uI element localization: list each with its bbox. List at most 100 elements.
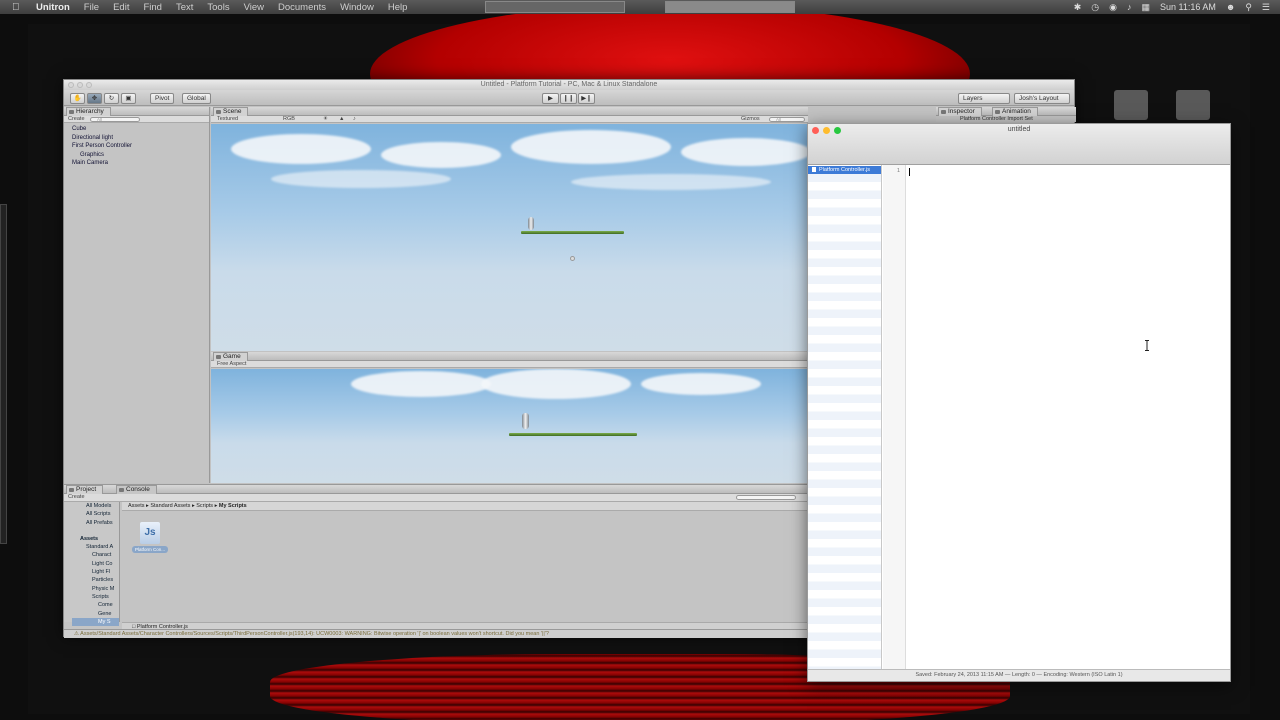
tree-item-scripts[interactable]: Scripts bbox=[72, 593, 119, 601]
console-warning-text: Assets/Standard Assets/Character Control… bbox=[80, 631, 549, 637]
layout-dropdown[interactable]: Josh's Layout bbox=[1014, 93, 1070, 104]
platform-cube bbox=[509, 433, 637, 436]
hierarchy-item-directional-light[interactable]: Directional light bbox=[64, 134, 209, 143]
tree-item-physic-materials[interactable]: Physic M bbox=[72, 585, 119, 593]
sidebar-item-platform-controller[interactable]: Platform Controller.js bbox=[808, 166, 881, 174]
menu-view[interactable]: View bbox=[244, 2, 264, 13]
tree-item-general[interactable]: Gene bbox=[72, 610, 119, 618]
favorite-all-scripts[interactable]: All Scripts bbox=[72, 510, 119, 518]
tab-game[interactable]: Game bbox=[213, 352, 248, 361]
pivot-toggle[interactable]: Pivot bbox=[150, 93, 175, 104]
menu-text[interactable]: Text bbox=[176, 2, 193, 13]
tree-item-standard-assets[interactable]: Standard A bbox=[72, 543, 119, 551]
menu-window[interactable]: Window bbox=[340, 2, 374, 13]
desktop-icon[interactable] bbox=[1176, 90, 1210, 120]
platform-cube[interactable] bbox=[521, 231, 624, 234]
rotate-tool-icon[interactable]: ↻ bbox=[104, 93, 119, 104]
scene-search-input[interactable]: All bbox=[769, 117, 805, 122]
menubar-window-thumbnail[interactable] bbox=[485, 1, 625, 13]
unity-titlebar[interactable]: Untitled - Platform Tutorial - PC, Mac &… bbox=[64, 80, 1074, 90]
tab-scene[interactable]: Scene bbox=[213, 107, 249, 116]
scale-tool-icon[interactable]: ▣ bbox=[121, 93, 136, 104]
project-search-input[interactable] bbox=[736, 495, 796, 500]
play-icon[interactable]: ▶ bbox=[542, 93, 559, 104]
menu-edit[interactable]: Edit bbox=[113, 2, 129, 13]
menu-find[interactable]: Find bbox=[143, 2, 161, 13]
hierarchy-create-button[interactable]: Create bbox=[68, 116, 85, 122]
scene-lighting-icon[interactable]: ▲ bbox=[339, 116, 344, 122]
aspect-dropdown[interactable]: Free Aspect bbox=[217, 361, 246, 367]
javascript-file-icon[interactable]: Js bbox=[140, 522, 160, 544]
tree-item-common[interactable]: Come bbox=[72, 601, 119, 609]
hierarchy-item-main-camera[interactable]: Main Camera bbox=[64, 159, 209, 168]
favorite-all-prefabs[interactable]: All Prefabs bbox=[72, 519, 119, 527]
move-tool-icon[interactable]: ✥ bbox=[87, 93, 102, 104]
tab-project[interactable]: Project bbox=[66, 485, 104, 494]
light-gizmo-icon[interactable] bbox=[570, 256, 575, 261]
tree-item-light-cookies[interactable]: Light Co bbox=[72, 560, 119, 568]
file-label[interactable]: Platform Con... bbox=[132, 546, 168, 553]
apple-menu-icon[interactable]:  bbox=[12, 2, 26, 13]
minimize-button[interactable] bbox=[77, 82, 83, 88]
project-create-button[interactable]: Create bbox=[68, 494, 85, 500]
game-viewport[interactable] bbox=[211, 369, 808, 483]
gizmos-dropdown[interactable]: Gizmos bbox=[741, 116, 760, 122]
breadcrumb-standard-assets[interactable]: Standard Assets bbox=[150, 503, 190, 509]
tree-item-light-flares[interactable]: Light Fl bbox=[72, 568, 119, 576]
menu-help[interactable]: Help bbox=[388, 2, 408, 13]
hierarchy-search-input[interactable]: All bbox=[90, 117, 140, 122]
close-button[interactable] bbox=[812, 127, 819, 134]
hierarchy-item-first-person-controller[interactable]: First Person Controller bbox=[64, 142, 209, 151]
clock[interactable]: Sun 11:16 AM bbox=[1160, 2, 1216, 12]
breadcrumb-assets[interactable]: Assets bbox=[128, 503, 145, 509]
time-machine-icon[interactable]: ◷ bbox=[1091, 2, 1099, 13]
scene-2d-toggle-icon[interactable]: ☀ bbox=[323, 116, 328, 122]
render-mode-dropdown[interactable]: Textured bbox=[217, 116, 238, 122]
layers-dropdown[interactable]: Layers bbox=[958, 93, 1010, 104]
favorite-all-models[interactable]: All Models bbox=[72, 502, 119, 510]
calendar-icon[interactable]: ▦ bbox=[1141, 2, 1150, 13]
tree-item-character[interactable]: Charact bbox=[72, 551, 119, 559]
console-status-bar[interactable]: ⚠ Assets/Standard Assets/Character Contr… bbox=[64, 629, 808, 638]
rgb-dropdown[interactable]: RGB bbox=[283, 116, 295, 122]
scene-viewport[interactable] bbox=[211, 124, 808, 351]
tab-animation[interactable]: Animation bbox=[992, 107, 1038, 116]
tree-item-assets[interactable]: Assets bbox=[72, 535, 119, 543]
menu-documents[interactable]: Documents bbox=[278, 2, 326, 13]
bluetooth-icon[interactable]: ✱ bbox=[1074, 2, 1082, 13]
hand-tool-icon[interactable]: ✋ bbox=[70, 93, 85, 104]
tree-item-particles[interactable]: Particles bbox=[72, 576, 119, 584]
cloud bbox=[641, 373, 761, 395]
user-icon[interactable]: ☻ bbox=[1226, 2, 1235, 12]
close-button[interactable] bbox=[68, 82, 74, 88]
hierarchy-item-graphics[interactable]: Graphics bbox=[64, 151, 209, 160]
minimize-button[interactable] bbox=[823, 127, 830, 134]
global-toggle[interactable]: Global bbox=[182, 93, 211, 104]
notification-list-icon[interactable]: ☰ bbox=[1262, 2, 1270, 13]
zoom-button[interactable] bbox=[86, 82, 92, 88]
desktop-icon[interactable] bbox=[1114, 90, 1148, 120]
zoom-button[interactable] bbox=[834, 127, 841, 134]
breadcrumb-my-scripts[interactable]: My Scripts bbox=[219, 503, 247, 509]
hierarchy-item-cube[interactable]: Cube bbox=[64, 125, 209, 134]
tab-console[interactable]: Console bbox=[116, 485, 157, 494]
menu-file[interactable]: File bbox=[84, 2, 99, 13]
step-icon[interactable]: ▶❙ bbox=[578, 93, 595, 104]
tab-hierarchy[interactable]: Hierarchy bbox=[66, 107, 111, 116]
volume-icon[interactable]: ♪ bbox=[1127, 2, 1132, 12]
animation-icon bbox=[995, 110, 1000, 114]
unity-window-controls bbox=[68, 82, 92, 88]
editor-text-area[interactable] bbox=[907, 165, 1230, 671]
tree-item-my-scripts[interactable]: My S bbox=[72, 617, 119, 627]
tab-inspector[interactable]: Inspector bbox=[938, 107, 982, 116]
spotlight-search-icon[interactable]: ⚲ bbox=[1245, 2, 1252, 13]
editor-titlebar[interactable]: untitled bbox=[808, 124, 1230, 165]
menubar-window-thumbnail[interactable] bbox=[665, 1, 795, 13]
player-capsule[interactable] bbox=[528, 217, 534, 230]
wifi-icon[interactable]: ◉ bbox=[1109, 2, 1117, 13]
breadcrumb-scripts[interactable]: Scripts bbox=[196, 503, 213, 509]
menu-app-name[interactable]: Unitron bbox=[36, 2, 70, 13]
pause-icon[interactable]: ❙❙ bbox=[560, 93, 577, 104]
menu-tools[interactable]: Tools bbox=[207, 2, 229, 13]
scene-audio-icon[interactable]: ♪ bbox=[353, 116, 356, 122]
